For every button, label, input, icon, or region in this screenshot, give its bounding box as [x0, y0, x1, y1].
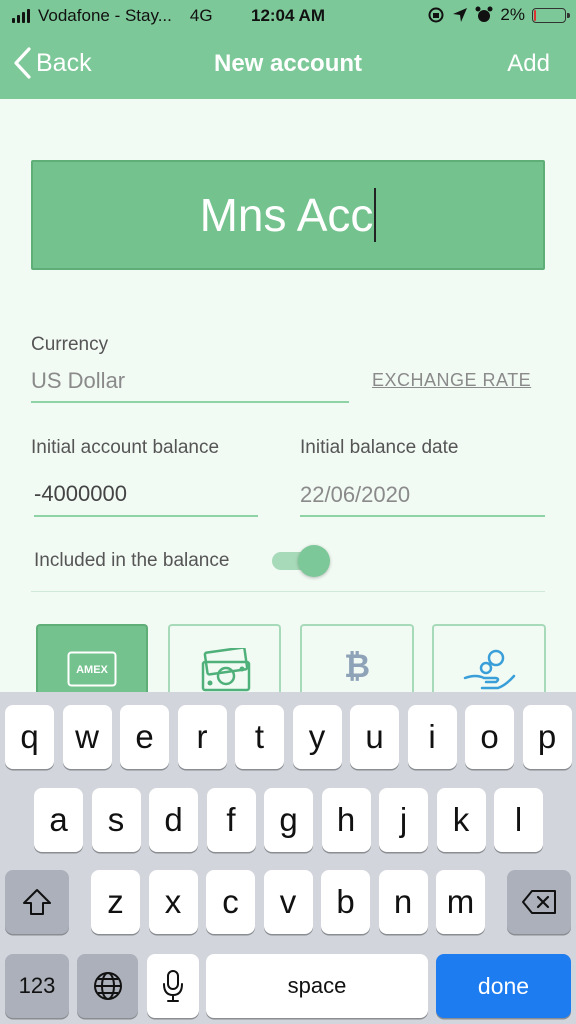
exchange-rate-link[interactable]: EXCHANGE RATE	[372, 370, 531, 391]
backspace-icon	[522, 890, 556, 914]
key-h[interactable]: h	[321, 788, 371, 852]
shift-key[interactable]	[5, 870, 69, 934]
alarm-icon	[475, 6, 493, 22]
shift-arrow-icon	[23, 889, 51, 915]
currency-label: Currency	[31, 334, 109, 355]
account-name-input[interactable]: Mns Acc	[31, 160, 545, 270]
included-balance-label: Included in the balance	[34, 550, 230, 571]
numbers-key[interactable]: 123	[5, 954, 69, 1018]
battery-icon	[532, 7, 570, 23]
hand-coins-icon	[463, 649, 516, 690]
orientation-lock-icon	[428, 7, 444, 23]
key-e[interactable]: e	[120, 705, 169, 769]
initial-balance-underline	[34, 515, 258, 517]
key-i[interactable]: i	[407, 705, 457, 769]
key-f[interactable]: f	[206, 788, 256, 852]
key-m[interactable]: m	[436, 870, 485, 934]
section-divider	[31, 591, 545, 592]
amex-card-icon: AMEX	[67, 651, 117, 687]
account-type-card-savings[interactable]	[432, 624, 546, 694]
key-p[interactable]: p	[522, 705, 572, 769]
dictation-key[interactable]	[147, 954, 199, 1018]
account-type-card-crypto[interactable]: ₿	[300, 624, 414, 694]
done-key[interactable]: done	[436, 954, 571, 1018]
key-w[interactable]: w	[62, 705, 112, 769]
currency-select[interactable]: US Dollar	[31, 368, 125, 394]
key-t[interactable]: t	[235, 705, 284, 769]
microphone-icon	[163, 970, 183, 1002]
navigation-bar: Back New account Add	[0, 32, 576, 99]
currency-underline	[31, 401, 349, 403]
globe-icon	[93, 972, 122, 1000]
key-z[interactable]: z	[91, 870, 140, 934]
key-a[interactable]: a	[34, 788, 83, 852]
on-screen-keyboard: 123 space done qwertyuiop asdfghjkl zxcvbn…	[0, 692, 576, 1024]
status-bar: Vodafone - Stay... 4G 12:04 AM 2%	[0, 0, 576, 32]
text-cursor	[374, 188, 377, 242]
key-o[interactable]: o	[465, 705, 514, 769]
key-r[interactable]: r	[177, 705, 227, 769]
initial-date-input[interactable]: 22/06/2020	[300, 482, 410, 508]
initial-date-underline	[300, 515, 545, 517]
key-b[interactable]: b	[321, 870, 370, 934]
account-type-card-amex[interactable]: AMEX	[36, 624, 148, 694]
key-n[interactable]: n	[378, 870, 428, 934]
account-type-selector: AMEX ₿	[0, 624, 576, 694]
backspace-key[interactable]	[507, 870, 571, 934]
account-type-card-cash[interactable]	[168, 624, 281, 694]
key-l[interactable]: l	[494, 788, 543, 852]
key-u[interactable]: u	[350, 705, 399, 769]
key-g[interactable]: g	[264, 788, 313, 852]
key-k[interactable]: k	[436, 788, 486, 852]
key-q[interactable]: q	[5, 705, 54, 769]
account-name-value: Mns Acc	[199, 189, 374, 241]
page-title: New account	[213, 50, 363, 77]
key-j[interactable]: j	[379, 788, 428, 852]
location-arrow-icon	[453, 8, 468, 22]
key-y[interactable]: y	[292, 705, 342, 769]
key-s[interactable]: s	[91, 788, 141, 852]
initial-date-label: Initial balance date	[300, 437, 459, 458]
add-button[interactable]: Add	[507, 50, 550, 78]
initial-balance-label: Initial account balance	[31, 437, 220, 458]
key-v[interactable]: v	[263, 870, 313, 934]
key-c[interactable]: c	[206, 870, 255, 934]
initial-balance-input[interactable]: -4000000	[34, 481, 127, 507]
included-balance-toggle[interactable]	[272, 545, 330, 577]
battery-percent: 2%	[500, 5, 525, 24]
space-key[interactable]: space	[206, 954, 428, 1018]
bitcoin-icon: ₿	[344, 648, 371, 684]
key-x[interactable]: x	[148, 870, 198, 934]
cash-icon	[201, 648, 251, 692]
amex-card-label: AMEX	[76, 664, 108, 676]
key-d[interactable]: d	[149, 788, 198, 852]
globe-key[interactable]	[77, 954, 138, 1018]
